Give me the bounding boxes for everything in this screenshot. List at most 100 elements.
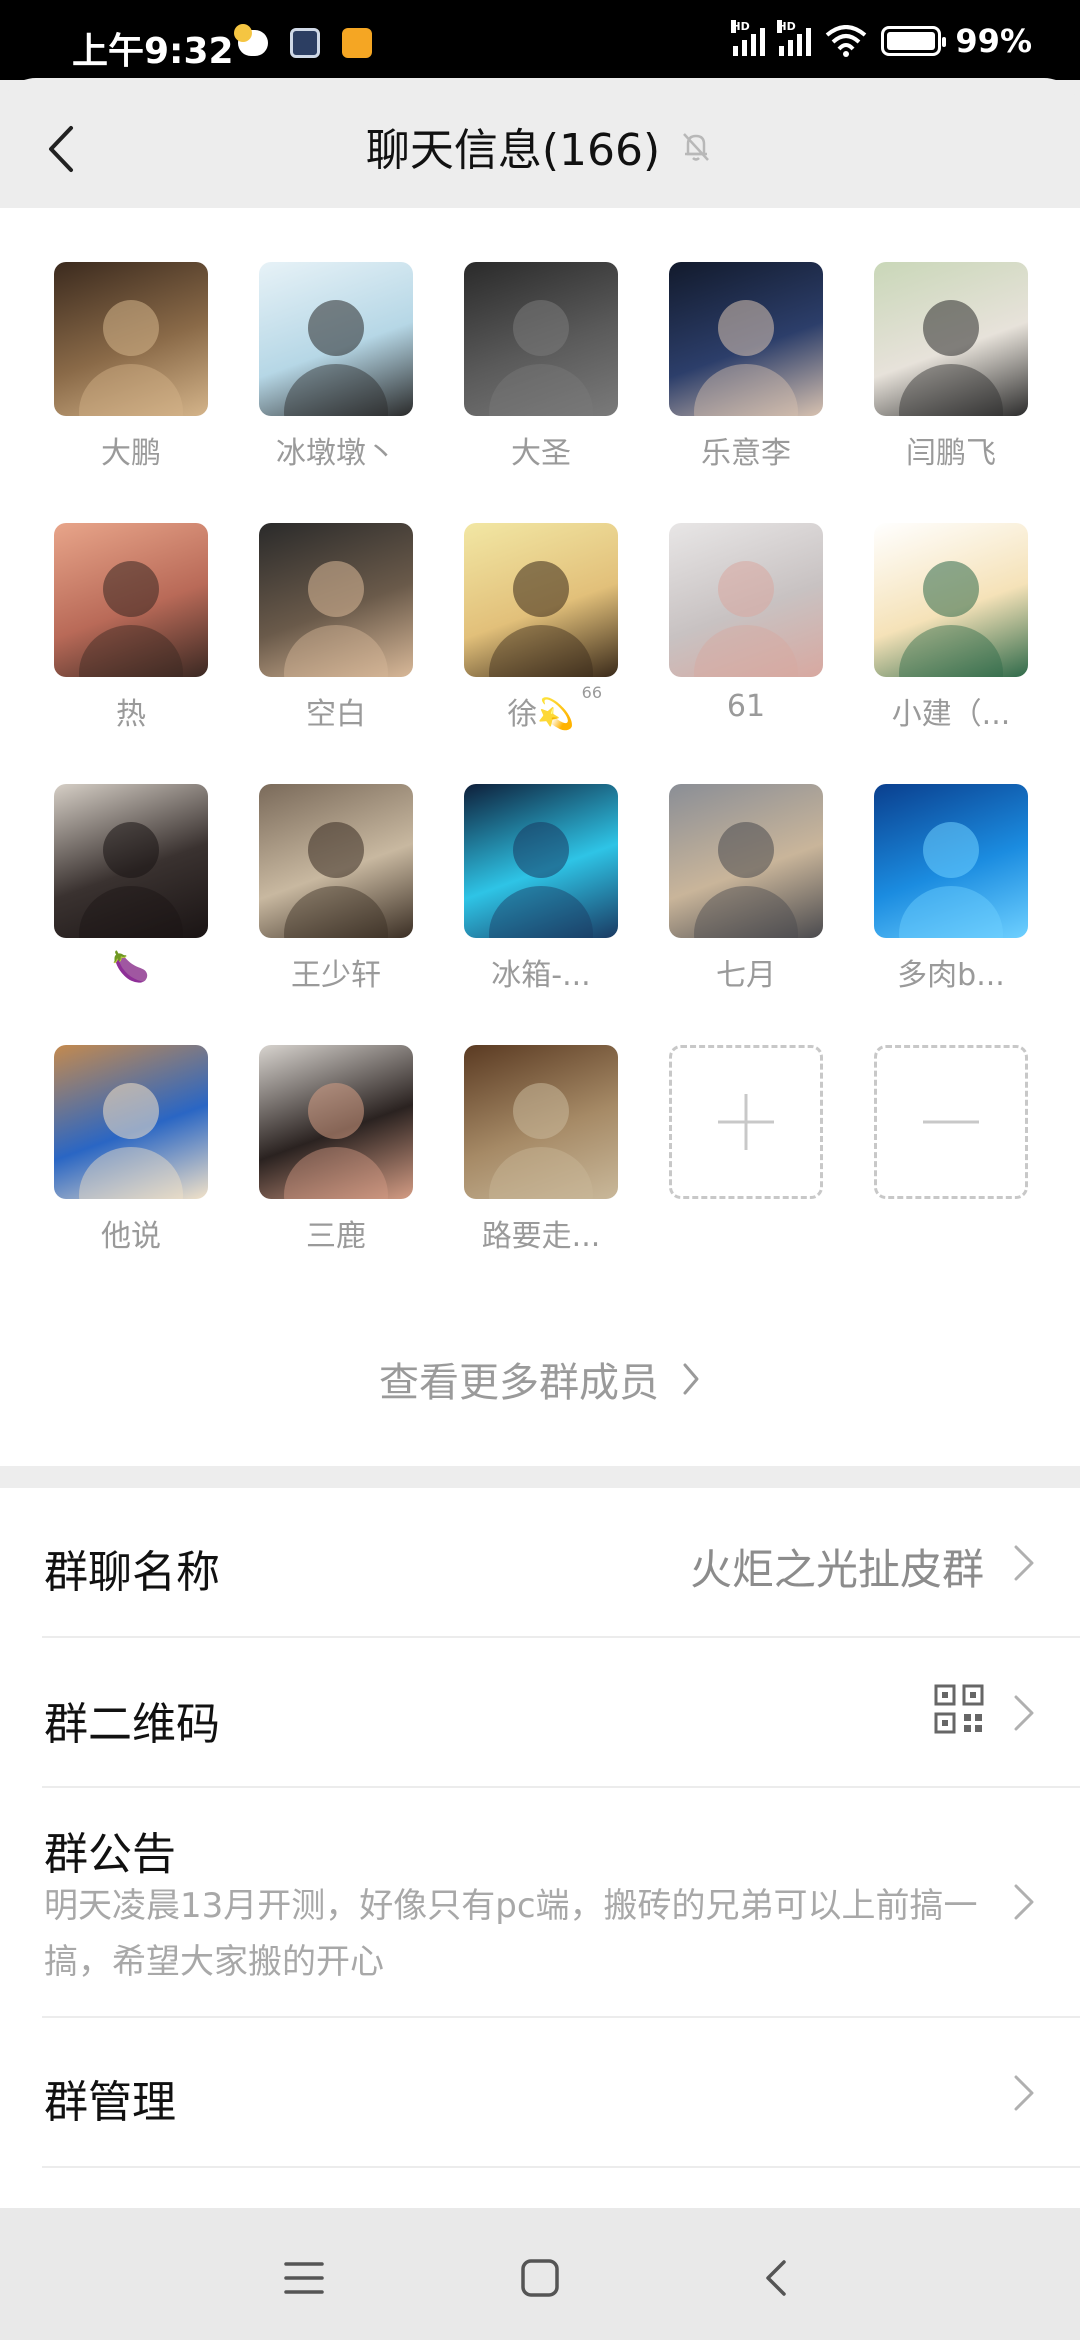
app-notification-icon: [290, 28, 320, 58]
member-name: 小建（...: [891, 697, 1011, 732]
member-item[interactable]: 冰墩墩丶: [259, 262, 413, 492]
group-name-label: 群聊名称: [44, 1547, 220, 1598]
member-avatar: [464, 784, 618, 938]
avatar-image: [284, 822, 388, 938]
avatar-image: [79, 1083, 183, 1199]
status-bar: 上午9:32 HD HD 99%: [0, 0, 1080, 80]
avatar-image: [284, 300, 388, 416]
section-divider: [0, 1466, 1080, 1488]
member-name: 热: [116, 697, 146, 732]
member-item[interactable]: 大圣: [464, 262, 618, 492]
member-item[interactable]: 他说: [54, 1045, 208, 1275]
cloud-app-icon: [342, 28, 372, 58]
plus-icon: [718, 1094, 774, 1150]
more-members-link[interactable]: 查看更多群成员: [0, 1350, 1080, 1408]
member-avatar: [464, 523, 618, 677]
back-nav-button[interactable]: [746, 2248, 806, 2308]
member-avatar: [874, 262, 1028, 416]
avatar-image: [489, 822, 593, 938]
member-avatar: [54, 523, 208, 677]
member-item[interactable]: 徐💫 66: [464, 523, 618, 753]
member-name: 多肉b...: [897, 958, 1005, 993]
member-name: 空白: [306, 697, 366, 732]
member-item[interactable]: 路要走...: [464, 1045, 618, 1275]
back-icon: [766, 2260, 786, 2296]
hd-label: HD: [777, 20, 796, 33]
member-avatar: [874, 523, 1028, 677]
avatar-image: [899, 300, 1003, 416]
member-avatar: [669, 784, 823, 938]
member-avatar: [874, 784, 1028, 938]
member-item[interactable]: 空白: [259, 523, 413, 753]
home-button[interactable]: [510, 2248, 570, 2308]
member-item[interactable]: 61: [669, 523, 823, 753]
battery-fill: [887, 32, 935, 50]
remove-member-button[interactable]: [874, 1045, 1028, 1275]
more-members-label: 查看更多群成员: [379, 1360, 659, 1406]
remove-member-button-box: [874, 1045, 1028, 1199]
member-name: 三鹿: [306, 1219, 366, 1254]
member-avatar: [259, 1045, 413, 1199]
member-avatar: [259, 262, 413, 416]
chevron-right-icon: [683, 1363, 699, 1395]
chevron-right-icon: [1014, 1545, 1034, 1581]
group-notice-text: 明天凌晨13月开测，好像只有pc端，搬砖的兄弟可以上前搞一搞，希望大家搬的开心: [44, 1886, 978, 1982]
avatar-image: [899, 561, 1003, 677]
avatar-image: [899, 822, 1003, 938]
member-name: 冰墩墩丶: [276, 436, 396, 471]
member-name: 大圣: [511, 436, 571, 471]
avatar-image: [489, 300, 593, 416]
member-name-suffix: 66: [581, 683, 602, 702]
member-avatar: [259, 784, 413, 938]
member-item[interactable]: 🍆: [54, 784, 208, 1014]
member-name: 徐💫: [507, 697, 575, 732]
group-notice-label: 群公告: [44, 1829, 176, 1880]
member-item[interactable]: 热: [54, 523, 208, 753]
member-avatar: [669, 523, 823, 677]
app-root: 上午9:32 HD HD 99% 聊天信息(166) 大鹏 冰墩墩丶 大圣 乐意…: [0, 0, 1080, 2340]
member-item[interactable]: 闫鹏飞: [874, 262, 1028, 492]
chevron-right-icon: [1014, 2075, 1034, 2111]
member-name: 🍆: [112, 950, 150, 985]
member-name: 大鹏: [101, 436, 161, 471]
member-avatar: [464, 1045, 618, 1199]
group-name-value: 火炬之光扯皮群: [689, 1545, 984, 1594]
weather-icon: [234, 24, 268, 56]
battery-percent: 99%: [955, 22, 1032, 60]
member-item[interactable]: 冰箱-...: [464, 784, 618, 1014]
status-time: 上午9:32: [72, 31, 234, 72]
avatar-image: [694, 300, 798, 416]
chevron-right-icon: [1014, 1884, 1034, 1920]
member-item[interactable]: 大鹏: [54, 262, 208, 492]
minus-icon: [923, 1120, 979, 1124]
group-name-row[interactable]: 群聊名称 火炬之光扯皮群: [42, 1488, 1080, 1638]
add-member-button-box: [669, 1045, 823, 1199]
member-item[interactable]: 乐意李: [669, 262, 823, 492]
member-name: 乐意李: [701, 436, 791, 471]
group-notice-row[interactable]: 群公告 明天凌晨13月开测，好像只有pc端，搬砖的兄弟可以上前搞一搞，希望大家搬…: [42, 1788, 1080, 2018]
member-avatar: [259, 523, 413, 677]
member-item[interactable]: 多肉b...: [874, 784, 1028, 1014]
qr-code-icon: [934, 1684, 984, 1734]
system-nav-bar: [0, 2208, 1080, 2340]
avatar-image: [79, 300, 183, 416]
member-item[interactable]: 三鹿: [259, 1045, 413, 1275]
member-avatar: [54, 784, 208, 938]
chat-info-header: 聊天信息(166): [0, 78, 1080, 208]
home-icon: [521, 2259, 559, 2297]
member-item[interactable]: 七月: [669, 784, 823, 1014]
avatar-image: [489, 561, 593, 677]
member-name: 七月: [716, 958, 776, 993]
member-item[interactable]: 王少轩: [259, 784, 413, 1014]
member-avatar: [54, 262, 208, 416]
member-name: 闫鹏飞: [906, 436, 996, 471]
group-manage-row[interactable]: 群管理: [42, 2018, 1080, 2168]
group-qr-row[interactable]: 群二维码: [42, 1638, 1080, 1788]
add-member-button[interactable]: [669, 1045, 823, 1275]
menu-button[interactable]: [274, 2248, 334, 2308]
avatar-image: [284, 561, 388, 677]
member-item[interactable]: 小建（...: [874, 523, 1028, 753]
chevron-right-icon: [1014, 1695, 1034, 1731]
avatar-image: [284, 1083, 388, 1199]
members-panel: 大鹏 冰墩墩丶 大圣 乐意李 闫鹏飞热 空白 徐💫 66 61 小建（... 🍆 王少轩 冰箱-... 七…: [0, 208, 1080, 1466]
